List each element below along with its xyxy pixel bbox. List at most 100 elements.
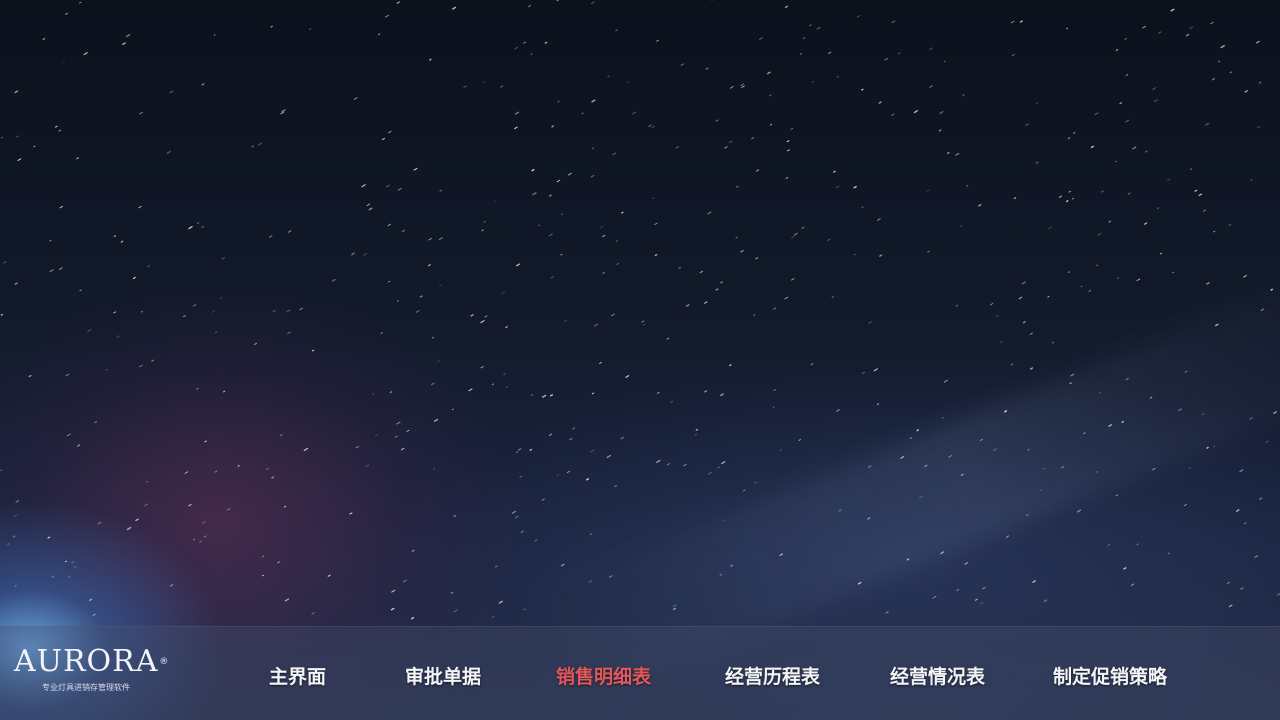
star [151, 359, 154, 362]
star [365, 464, 370, 467]
star [280, 111, 285, 115]
star [135, 518, 139, 522]
star [1127, 192, 1131, 195]
star [686, 304, 690, 307]
star [567, 172, 572, 176]
nav-item-sales-detail[interactable]: 销售明细表 [556, 662, 651, 689]
star [1142, 25, 1146, 29]
star [926, 189, 930, 192]
star [816, 27, 821, 30]
star [1256, 40, 1260, 44]
star [144, 503, 148, 507]
star [511, 510, 517, 514]
star [616, 262, 620, 266]
star [388, 280, 391, 283]
star [602, 234, 606, 238]
star [201, 83, 205, 86]
star [569, 438, 573, 441]
star [7, 543, 10, 545]
star [1100, 190, 1104, 193]
star [802, 37, 806, 40]
star [396, 421, 401, 425]
star [1066, 200, 1069, 203]
star [410, 616, 415, 620]
star [607, 75, 610, 78]
star [599, 362, 602, 364]
star [528, 5, 531, 8]
star [1067, 271, 1071, 273]
star [519, 475, 522, 478]
star [76, 157, 79, 160]
star [625, 375, 630, 378]
star [64, 560, 68, 563]
star [610, 313, 615, 317]
star [33, 145, 36, 148]
star [1030, 367, 1034, 370]
star [116, 335, 121, 338]
star [12, 535, 16, 538]
star [1270, 288, 1274, 291]
star [1097, 232, 1102, 236]
star [938, 129, 942, 132]
nav-item-promotion-strategy[interactable]: 制定促销策略 [1053, 662, 1167, 689]
star [884, 57, 889, 61]
star [544, 41, 548, 44]
star [1185, 33, 1190, 37]
star [520, 530, 524, 534]
star [1123, 567, 1127, 570]
star [0, 313, 3, 316]
star [898, 52, 901, 55]
star [943, 60, 946, 63]
star [724, 146, 728, 149]
star [1167, 178, 1171, 181]
star [648, 124, 652, 127]
star [861, 88, 864, 91]
star [566, 470, 571, 474]
star [827, 238, 831, 242]
star [833, 170, 836, 173]
star [974, 598, 978, 601]
star [1143, 222, 1148, 225]
star [1047, 226, 1052, 230]
star [656, 39, 659, 42]
star [537, 224, 541, 227]
star [1259, 497, 1263, 500]
star [642, 323, 645, 326]
star [873, 368, 878, 372]
star [929, 47, 933, 51]
star [779, 449, 782, 451]
star [586, 478, 589, 481]
nav-item-home[interactable]: 主界面 [269, 662, 326, 689]
star [678, 266, 682, 270]
star [811, 80, 815, 83]
star [728, 364, 732, 367]
star [741, 85, 745, 88]
star [667, 463, 671, 466]
star [28, 374, 32, 378]
star [1080, 285, 1083, 288]
nav-item-approve-documents[interactable]: 审批单据 [405, 662, 481, 689]
nav-item-business-status[interactable]: 经营情况表 [890, 662, 985, 689]
star [740, 250, 744, 253]
star [92, 613, 96, 616]
star [729, 86, 734, 89]
star [560, 563, 565, 567]
star [402, 579, 408, 583]
star [707, 471, 713, 475]
star [695, 428, 699, 431]
star [166, 150, 171, 154]
star [13, 514, 18, 517]
star [913, 110, 919, 114]
star [1228, 223, 1232, 226]
star [214, 331, 218, 334]
star [94, 421, 98, 424]
nav-item-business-history[interactable]: 经营历程表 [725, 662, 820, 689]
star [406, 429, 410, 432]
star [272, 309, 276, 313]
star [62, 61, 65, 63]
star [966, 185, 969, 187]
star [214, 470, 218, 473]
star [927, 250, 930, 253]
star [590, 174, 595, 178]
star [484, 315, 488, 318]
